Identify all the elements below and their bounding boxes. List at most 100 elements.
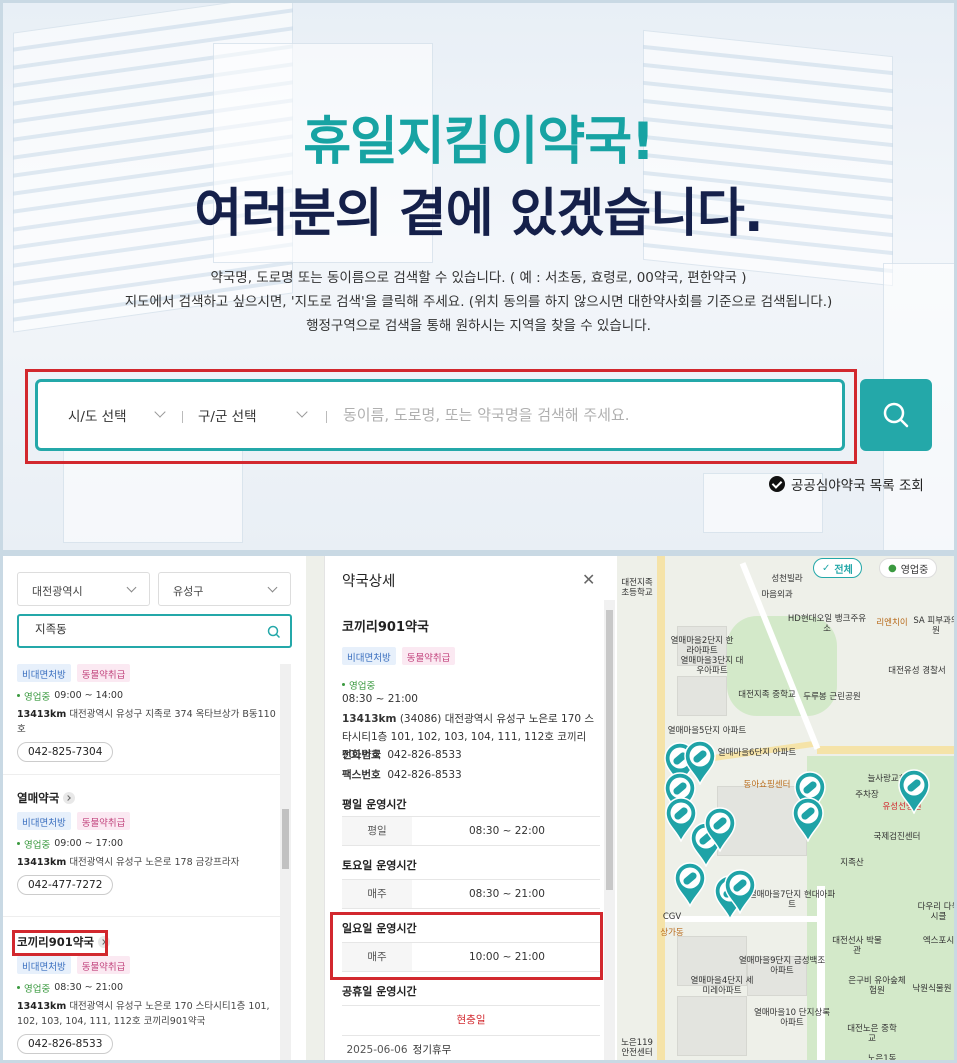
location-pin-icon: ●: [888, 562, 897, 574]
page-root: 휴일지킴이약국! 여러분의 곁에 있겠습니다. 약국명, 도로명 또는 동이름으…: [0, 0, 957, 1063]
detail-heading: 약국상세: [342, 574, 396, 590]
map-label: 대전선사 박물관: [832, 936, 882, 956]
tag-nonface: 비대면처방: [342, 647, 396, 665]
map-filter-open[interactable]: ● 영업중: [879, 558, 938, 578]
sido-dropdown[interactable]: 대전광역시: [17, 572, 150, 606]
hours-time: 08:30 ~ 22:00: [469, 825, 545, 837]
map-label: 대전지족 중학교: [738, 690, 796, 700]
map-label: 열매마을2단지 한라아파트: [670, 636, 734, 656]
list-item[interactable]: 비대면처방 동물약취급 영업중 09:00 ~ 14:00 13413km 대전…: [17, 664, 279, 762]
status-dot-icon: [17, 694, 20, 697]
sido-select-label: 시/도 선택: [68, 409, 127, 425]
hero-section: 휴일지킴이약국! 여러분의 곁에 있겠습니다. 약국명, 도로명 또는 동이름으…: [0, 0, 957, 553]
map-label: 지족산: [840, 858, 864, 868]
fax-label: 팩스번호: [342, 769, 381, 781]
map-label: 다우리 다욱시클: [917, 902, 957, 922]
tag-group: 비대면처방 동물약취급: [342, 647, 456, 665]
map-block: [677, 996, 747, 1056]
pharmacy-list: 비대면처방 동물약취급 영업중 09:00 ~ 14:00 13413km 대전…: [3, 664, 293, 1060]
map-label: 열매마을3단지 대우아파트: [680, 656, 744, 676]
chevron-down-icon: [126, 582, 137, 593]
pharmacy-marker-icon[interactable]: [703, 806, 737, 852]
pharmacy-list-panel: 대전광역시 유성구 비대면처방 동물약취급: [3, 556, 306, 1060]
detail-fax: 팩스번호 042-826-8533: [342, 766, 602, 784]
pharmacy-marker-icon[interactable]: [791, 796, 825, 842]
pharmacy-marker-icon[interactable]: [897, 768, 931, 814]
phone-button[interactable]: 042-477-7272: [17, 875, 114, 895]
check-circle-icon: [769, 476, 785, 492]
results-section: 대전광역시 유성구 비대면처방 동물약취급: [0, 553, 957, 1063]
map-label: 두루봉 근린공원: [803, 692, 861, 702]
address-text: 대전광역시 유성구 노은로 178 금강프라자: [69, 857, 240, 868]
map-label: 열매마을7단지 현대아파트: [748, 890, 836, 910]
detail-phone: 전화번호 042-826-8533: [342, 746, 602, 764]
hero-description-line: 지도에서 검색하고 싶으시면, '지도로 검색'을 클릭해 주세요. (위치 동…: [124, 294, 833, 310]
tag-animal: 동물약취급: [401, 647, 456, 665]
fax-value: 042-826-8533: [387, 769, 462, 781]
tag-animal: 동물약취급: [76, 812, 131, 830]
gugun-select[interactable]: 구/군 선택: [198, 382, 318, 448]
phone-label: 전화번호: [342, 749, 381, 761]
phone-button[interactable]: 042-825-7304: [17, 742, 114, 762]
map-view[interactable]: ✓ 전체 ● 영업중 대전지족 초등학교 성천빌라 마음외과 열매마을2단지 한…: [617, 556, 957, 1060]
search-input[interactable]: [343, 400, 823, 430]
holiday-row: 현충일: [342, 1005, 600, 1035]
sido-dropdown-value: 대전광역시: [32, 585, 83, 598]
sido-select[interactable]: 시/도 선택: [68, 382, 168, 448]
status-badge: 영업중: [24, 839, 51, 851]
holiday-date-row: 2025-06-06 정기휴무: [342, 1035, 600, 1060]
tag-animal: 동물약취급: [76, 664, 131, 682]
map-label: 마음외과: [761, 590, 793, 600]
map-filter-all[interactable]: ✓ 전체: [813, 558, 862, 578]
map-road: [817, 746, 954, 754]
hours-row: 매주 08:30 ~ 21:00: [342, 879, 600, 909]
search-icon[interactable]: [266, 624, 282, 640]
pharmacy-name[interactable]: 열매약국: [17, 790, 279, 806]
pharmacy-name-label: 열매약국: [17, 791, 60, 805]
map-label: 노은119 안전센터: [621, 1038, 653, 1058]
hours-time: 08:30 ~ 21:00: [469, 888, 545, 900]
map-label: 열매마을4단지 세미레아파트: [690, 976, 754, 996]
chevron-down-icon: [267, 582, 278, 593]
hero-title-secondary: 여러분의 곁에 있겠습니다.: [194, 184, 763, 244]
pharmacy-marker-icon[interactable]: [723, 868, 757, 914]
map-label: 주차장: [855, 790, 879, 800]
hero-title-primary: 휴일지킴이약국!: [303, 112, 655, 172]
detail-scrollbar[interactable]: [604, 600, 615, 1060]
list-search-input[interactable]: [35, 622, 255, 636]
search-button[interactable]: [860, 379, 932, 451]
map-label: CGV: [662, 912, 682, 922]
divider: [326, 411, 327, 423]
phone-button[interactable]: 042-826-8533: [17, 1034, 114, 1054]
map-label: SA 피부과의원: [913, 616, 957, 636]
map-label: 대전유성 경찰서: [888, 666, 946, 676]
gugun-dropdown[interactable]: 유성구: [158, 572, 291, 606]
check-icon: ✓: [822, 562, 831, 574]
search-bar: 시/도 선택 구/군 선택: [35, 379, 845, 451]
night-pharmacy-link-label: 공공심야약국 목록 조회: [791, 478, 924, 494]
tag-nonface: 비대면처방: [17, 812, 71, 830]
close-icon[interactable]: ✕: [582, 570, 595, 589]
tag-group: 비대면처방 동물약취급: [17, 664, 279, 682]
map-strip: [306, 556, 324, 1060]
status-badge: 영업중: [24, 983, 51, 995]
status-dot-icon: [17, 842, 20, 845]
map-label: HD현대오일 뱅크주유소: [787, 614, 867, 634]
hours-day: 매주: [342, 880, 412, 908]
list-search-box: [17, 614, 292, 648]
status-dot-icon: [17, 986, 20, 989]
map-label: 대전지족 초등학교: [621, 578, 653, 598]
status-badge: 영업중: [24, 691, 51, 703]
address: 13413km 대전광역시 유성구 지족로 374 옥타브상가 B동110호: [17, 707, 279, 737]
pharmacy-marker-icon[interactable]: [673, 861, 707, 907]
night-pharmacy-link[interactable]: 공공심야약국 목록 조회: [769, 474, 924, 494]
map-label: 열매마을5단지 아파트: [667, 726, 747, 736]
status-dot-icon: [342, 683, 345, 686]
list-scrollbar[interactable]: [280, 664, 291, 1060]
map-label: 동아쇼핑센터: [743, 780, 791, 790]
list-item[interactable]: 열매약국 비대면처방 동물약취급 영업중 09:00 ~ 17:00 13413…: [17, 790, 279, 895]
map-label: 열매마을6단지 아파트: [717, 748, 797, 758]
scrollbar-thumb[interactable]: [282, 809, 289, 869]
scrollbar-thumb[interactable]: [606, 610, 613, 890]
chevron-right-icon: [63, 792, 76, 804]
